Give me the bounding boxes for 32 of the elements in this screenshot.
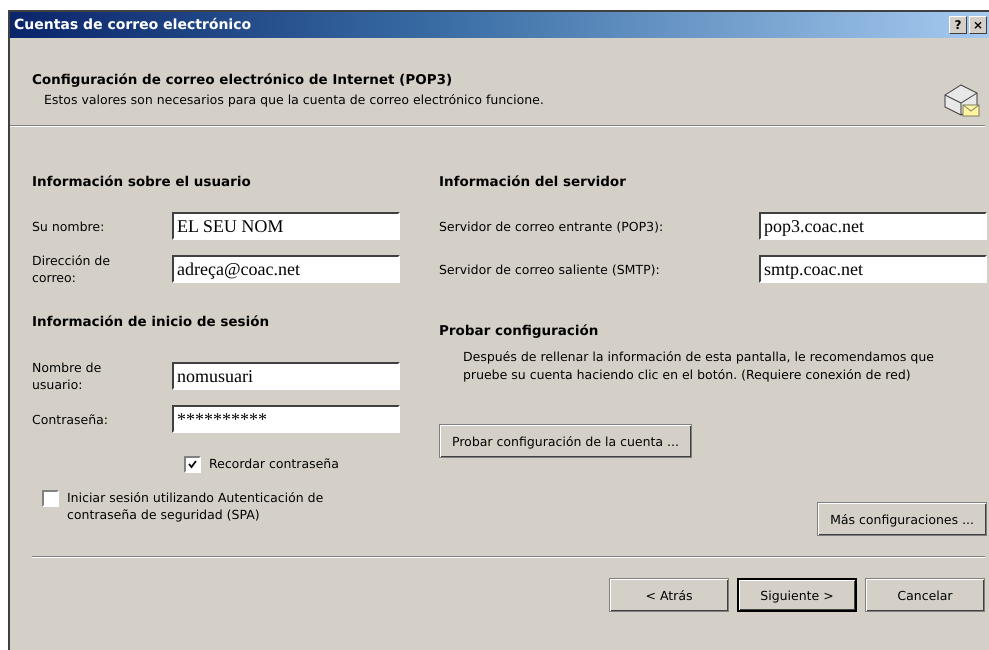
field-label: Nombre de usuario: [32, 359, 102, 393]
wizard-button[interactable]: Cancelar [865, 578, 985, 612]
close-button[interactable]: × [969, 16, 987, 34]
section-heading: Información de inicio de sesión [32, 313, 270, 331]
field-label: Dirección de correo: [32, 252, 112, 286]
more-settings-button[interactable]: Más configuraciones ... [817, 502, 987, 536]
input-field[interactable]: ********** [172, 405, 400, 433]
wizard-button[interactable]: < Atrás [609, 578, 729, 612]
input-field[interactable]: adreça@coac.net [172, 255, 400, 283]
field-label: Servidor de correo saliente (SMTP): [439, 260, 661, 278]
field-label: Servidor de correo entrante (POP3): [439, 218, 664, 234]
checkbox-label: Iniciar sesión utilizando Autenticación de contraseña de seguridad (SPA) [67, 489, 324, 523]
window-title: Cuentas de correo electrónico [14, 17, 252, 33]
section-heading: Información del servidor [439, 173, 627, 191]
field-label: Contraseña: [32, 410, 109, 428]
field-label: Su nombre: [32, 218, 106, 234]
checkbox-label: Recordar contraseña [209, 455, 340, 472]
help-button[interactable]: ? [949, 16, 967, 34]
checkbox[interactable] [184, 456, 201, 473]
input-field[interactable]: pop3.coac.net [759, 212, 987, 240]
section-heading: Probar configuración [439, 322, 600, 340]
checkbox[interactable] [42, 490, 59, 507]
page-title: Configuración de correo electrónico de Internet (POP3) [32, 72, 454, 88]
test-description: Después de rellenar la información de esta pantalla, le recomendamos que pruebe su cuenta haciendo clic en el botón. (Requiere conexión de red) [463, 348, 935, 384]
wizard-button[interactable]: Siguiente > [737, 578, 857, 612]
test-account-button[interactable]: Probar configuración de la cuenta ... [439, 424, 692, 458]
page-subtitle: Estos valores son necesarios para que la cuenta de correo electrónico funcione. [43, 92, 545, 107]
input-field[interactable]: nomusuari [172, 362, 400, 390]
checkmark-icon [188, 460, 197, 469]
input-field[interactable]: EL SEU NOM [172, 212, 400, 240]
input-field[interactable]: smtp.coac.net [759, 255, 987, 283]
section-heading: Información sobre el usuario [32, 173, 252, 191]
